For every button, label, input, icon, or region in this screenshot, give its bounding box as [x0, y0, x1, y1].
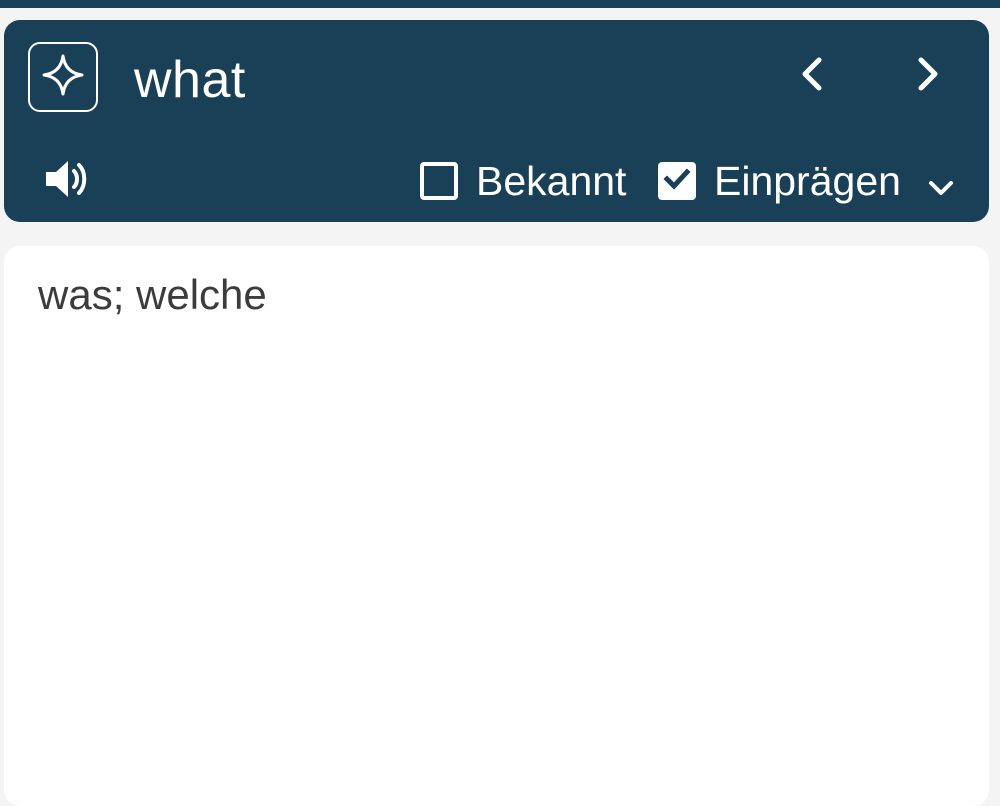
top-status-bar [0, 0, 1000, 8]
checkmark-icon [662, 164, 692, 199]
next-word-button[interactable] [902, 50, 954, 102]
translation-text: was; welche [38, 271, 267, 318]
known-checkbox[interactable] [420, 162, 458, 200]
sparkle-icon [40, 52, 86, 103]
ai-sparkle-button[interactable] [28, 42, 98, 112]
speaker-icon [42, 158, 90, 205]
translation-card: was; welche [4, 246, 989, 806]
previous-word-button[interactable] [786, 50, 838, 102]
chevron-down-icon [926, 178, 956, 203]
word-header-card: what Bekannt Einprägen [4, 20, 989, 222]
memorize-checkbox[interactable] [658, 162, 696, 200]
chevron-left-icon [797, 54, 827, 99]
known-label: Bekannt [476, 158, 627, 204]
pronounce-button[interactable] [38, 156, 94, 206]
vocab-word: what [134, 51, 246, 109]
memorize-checkbox-group[interactable]: Einprägen [658, 158, 901, 204]
known-checkbox-group[interactable]: Bekannt [420, 158, 626, 204]
chevron-right-icon [913, 54, 943, 99]
options-dropdown-button[interactable] [918, 170, 964, 210]
memorize-label: Einprägen [714, 158, 901, 204]
